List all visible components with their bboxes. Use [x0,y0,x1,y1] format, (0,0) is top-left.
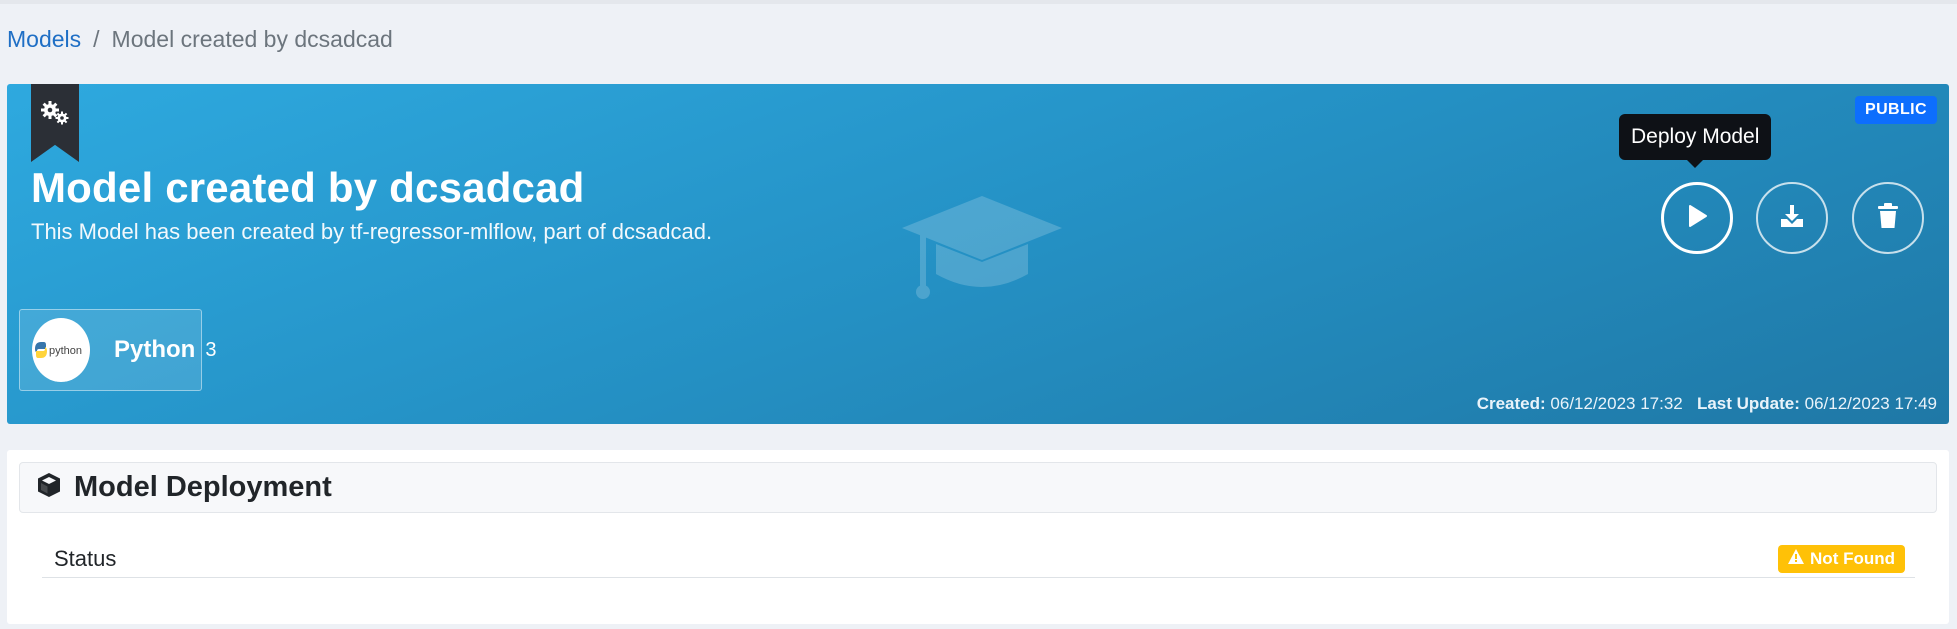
technology-version: 3 [205,338,217,361]
model-title: Model created by dcsadcad [31,164,585,211]
model-hero-card: Model created by dcsadcad This Model has… [7,84,1949,424]
technology-name: Python [114,336,196,363]
trash-icon [1877,202,1899,234]
status-badge: Not Found [1778,544,1905,573]
breadcrumb: Models / Model created by dcsadcad [7,26,393,53]
model-dates: Created: 06/12/2023 17:32 Last Update: 0… [1477,394,1937,414]
breadcrumb-current: Model created by dcsadcad [111,26,393,52]
deploy-tooltip: Deploy Model [1619,114,1772,160]
last-update-label: Last Update: [1696,394,1800,413]
visibility-badge: PUBLIC [1855,96,1937,124]
gears-icon [40,100,70,162]
svg-text:python: python [49,345,82,357]
status-row: Status Not Found [42,540,1915,578]
created-label: Created: [1476,394,1546,413]
breadcrumb-separator: / [93,26,100,52]
ribbon [31,84,79,162]
delete-button[interactable] [1852,182,1924,254]
deploy-button[interactable] [1661,182,1733,254]
model-deployment-section: Model Deployment Status Not Found [7,450,1949,624]
technology-card[interactable]: python Python 3 [19,309,216,391]
section-header: Model Deployment [19,462,1937,513]
model-description: This Model has been created by tf-regres… [31,219,713,244]
created-value: 06/12/2023 17:32 [1550,394,1683,413]
python-logo: python [32,318,90,382]
section-title: Model Deployment [74,471,332,503]
download-icon [1779,203,1805,234]
breadcrumb-models-link[interactable]: Models [7,26,81,53]
top-strip [0,0,1957,4]
play-icon [1686,204,1708,233]
graduation-cap-icon [902,196,1062,306]
cube-icon [36,472,62,503]
download-button[interactable] [1756,182,1828,254]
warning-icon [1788,548,1810,569]
status-label: Status [54,545,117,571]
status-value: Not Found [1810,548,1895,568]
last-update-value: 06/12/2023 17:49 [1804,394,1937,413]
